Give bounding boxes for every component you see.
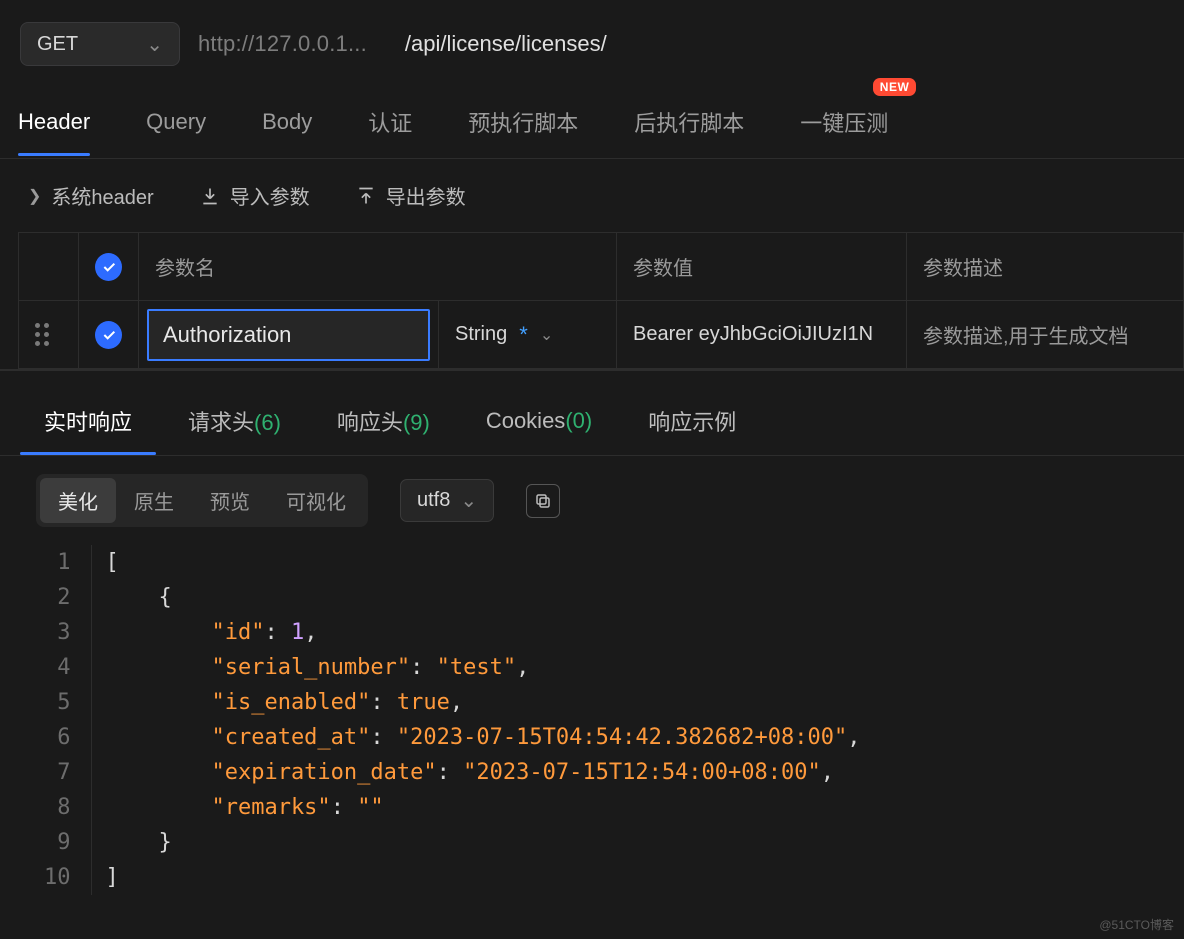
chevron-down-icon: ⌄ [460,488,477,513]
new-badge: NEW [873,78,917,96]
col-value-header: 参数值 [617,233,907,301]
tab-header[interactable]: Header [18,99,90,155]
encoding-value: utf8 [417,489,450,512]
http-method-value: GET [37,33,78,56]
copy-button[interactable] [526,484,560,518]
param-type-value: String [455,323,507,346]
tab-postscript[interactable]: 后执行脚本 [634,96,744,158]
copy-icon [534,492,552,510]
table-row: Authorization String * ⌄ Bearer eyJhbGci… [19,301,1184,369]
param-type-select[interactable]: String * ⌄ [439,301,617,369]
watermark: @51CTO博客 [1099,916,1174,933]
response-tabs: 实时响应 请求头(6) 响应头(9) Cookies(0) 响应示例 [0,369,1184,453]
request-row: GET ⌄ http://127.0.0.1... /api/license/l… [0,0,1184,84]
download-icon [200,186,220,206]
col-name-header: 参数名 [139,233,617,301]
response-body: 12345678910 [ { "id": 1, "serial_number"… [0,539,1184,905]
header-toolbar: ❯ 系统header 导入参数 导出参数 [0,159,1184,232]
param-value-input[interactable]: Bearer eyJhbGciOiJIUzI1N [617,301,907,369]
export-params-label: 导出参数 [386,181,466,210]
tab-loadtest[interactable]: 一键压测 [800,96,888,158]
param-name-input[interactable]: Authorization [147,309,430,361]
rtab-resheaders-count: (9) [403,410,430,435]
rtab-cookies[interactable]: Cookies(0) [486,400,592,450]
tab-prescript[interactable]: 预执行脚本 [468,96,578,158]
export-params-button[interactable]: 导出参数 [356,181,466,210]
params-table: 参数名 参数值 参数描述 Authorization String * ⌄ Be… [18,232,1184,369]
system-header-toggle[interactable]: ❯ 系统header [28,181,154,210]
chevron-down-icon: ⌄ [146,32,163,57]
http-method-select[interactable]: GET ⌄ [20,22,180,66]
code-content[interactable]: [ { "id": 1, "serial_number": "test", "i… [92,545,861,895]
view-bar: 美化 原生 预览 可视化 utf8 ⌄ [0,455,1184,539]
param-name-cell: Authorization [139,301,439,369]
tab-body[interactable]: Body [262,99,312,155]
chevron-down-icon: ⌄ [540,325,553,345]
rtab-cookies-count: (0) [565,408,592,433]
url-host[interactable]: http://127.0.0.1... [198,31,367,57]
rtab-cookies-label: Cookies [486,408,565,433]
col-enable [79,233,139,301]
rtab-reqheaders-count: (6) [254,410,281,435]
upload-icon [356,186,376,206]
drag-icon [35,323,49,346]
tab-auth[interactable]: 认证 [368,96,412,158]
import-params-button[interactable]: 导入参数 [200,181,310,210]
tab-query[interactable]: Query [146,99,206,155]
line-gutter: 12345678910 [0,545,92,895]
pill-visualize[interactable]: 可视化 [268,478,364,523]
col-desc-header: 参数描述 [907,233,1184,301]
check-icon [101,327,117,343]
view-mode-group: 美化 原生 预览 可视化 [36,474,368,527]
rtab-example[interactable]: 响应示例 [648,397,736,453]
rtab-resheaders[interactable]: 响应头(9) [337,397,430,453]
rtab-live[interactable]: 实时响应 [44,397,132,453]
required-star-icon: * [519,322,528,348]
rtab-reqheaders[interactable]: 请求头(6) [188,397,281,453]
rtab-resheaders-label: 响应头 [337,410,403,435]
col-drag [19,233,79,301]
pill-preview[interactable]: 预览 [192,478,268,523]
url-path[interactable]: /api/license/licenses/ [405,31,607,57]
system-header-label: 系统header [51,181,153,210]
pill-raw[interactable]: 原生 [116,478,192,523]
import-params-label: 导入参数 [230,181,310,210]
params-header-row: 参数名 参数值 参数描述 [19,233,1184,301]
row-enable-cell [79,301,139,369]
encoding-select[interactable]: utf8 ⌄ [400,479,494,522]
param-desc-input[interactable]: 参数描述,用于生成文档 [907,301,1184,369]
main-tabs: Header Query Body 认证 预执行脚本 后执行脚本 一键压测 NE… [0,84,1184,159]
pill-pretty[interactable]: 美化 [40,478,116,523]
check-icon [101,259,117,275]
row-enable-checkbox[interactable] [95,321,122,349]
enable-all-checkbox[interactable] [95,253,122,281]
drag-handle[interactable] [19,301,79,369]
chevron-right-icon: ❯ [28,186,41,206]
rtab-reqheaders-label: 请求头 [188,410,254,435]
